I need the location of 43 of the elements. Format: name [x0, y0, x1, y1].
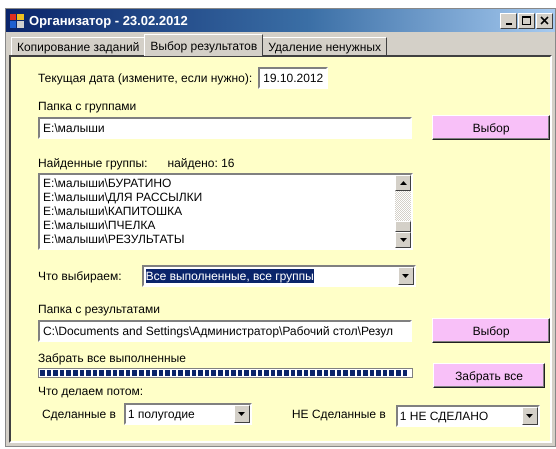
found-groups-label: Найденные группы: [38, 156, 148, 170]
list-item[interactable]: E:\малыши\КАПИТОШКА [43, 204, 392, 218]
browse-button[interactable]: Выбор [432, 115, 550, 140]
tab[interactable]: Копирование заданий [11, 37, 146, 56]
minimize-icon [506, 22, 512, 24]
list-item[interactable]: E:\малыши\ПЧЕЛКА [43, 218, 392, 232]
close-icon [540, 16, 549, 25]
results-folder-field[interactable]: C:\Documents and Settings\Администратор\Рабочий стол\Резул [38, 320, 412, 342]
list-item[interactable]: E:\малыши\ДЛЯ РАССЫЛКИ [43, 190, 392, 204]
dropdown-arrow-icon [402, 274, 410, 278]
scroll-thumb[interactable] [395, 221, 411, 232]
collect-all-button[interactable]: Забрать все [433, 363, 545, 388]
groups-folder-field[interactable]: E:\малыши [38, 116, 412, 138]
results-folder-label: Папка с результатами [38, 302, 161, 316]
maximize-icon [522, 16, 531, 25]
dropdown-arrow-icon [526, 414, 534, 418]
up-arrow-icon [400, 181, 406, 185]
minimize-button[interactable] [500, 12, 517, 28]
groups-folder-label: Папка с группами [38, 99, 138, 113]
done-label: Сделанные в [42, 407, 116, 421]
down-arrow-icon [400, 238, 406, 242]
choice-dropdown[interactable]: Все выполненные, все группы [142, 265, 416, 287]
done-dropdown[interactable]: 1 полугодие [124, 403, 252, 425]
close-button[interactable] [536, 12, 553, 28]
list-item[interactable]: E:\малыши\БУРАТИНО [43, 176, 392, 190]
browse-button[interactable]: Выбор [432, 318, 550, 343]
scrollbar[interactable] [395, 175, 411, 248]
dropdown-arrow-icon [238, 412, 246, 416]
window-title: Организатор - 23.02.2012 [29, 13, 189, 28]
date-label: Текущая дата (измените, если нужно): [38, 71, 252, 85]
choice-label: Что выбираем: [38, 269, 122, 283]
date-field[interactable]: 19.10.2012 [258, 67, 328, 89]
not-done-label: НЕ Сделанные в [292, 407, 386, 421]
maximize-button[interactable] [518, 12, 535, 28]
not-done-dropdown[interactable]: 1 НЕ СДЕЛАНО [396, 405, 540, 427]
list-item[interactable]: E:\малыши\РЕЗУЛЬТАТЫ [43, 232, 392, 246]
app-icon [9, 12, 25, 28]
collect-label: Забрать все выполненные [38, 351, 187, 365]
groups-list[interactable]: E:\малыши\БУРАТИНО E:\малыши\ДЛЯ РАССЫЛКИ E:\малыши\КАПИТОШКА E:\малыши\ПЧЕЛКА E:\малыши\РЕЗУЛЬТАТЫ [38, 173, 413, 250]
tab[interactable]: Удаление ненужных [262, 37, 387, 56]
found-count: найдено: 16 [167, 156, 234, 170]
tab[interactable]: Выбор результатов [144, 34, 264, 56]
after-label: Что делаем потом: [38, 384, 144, 398]
